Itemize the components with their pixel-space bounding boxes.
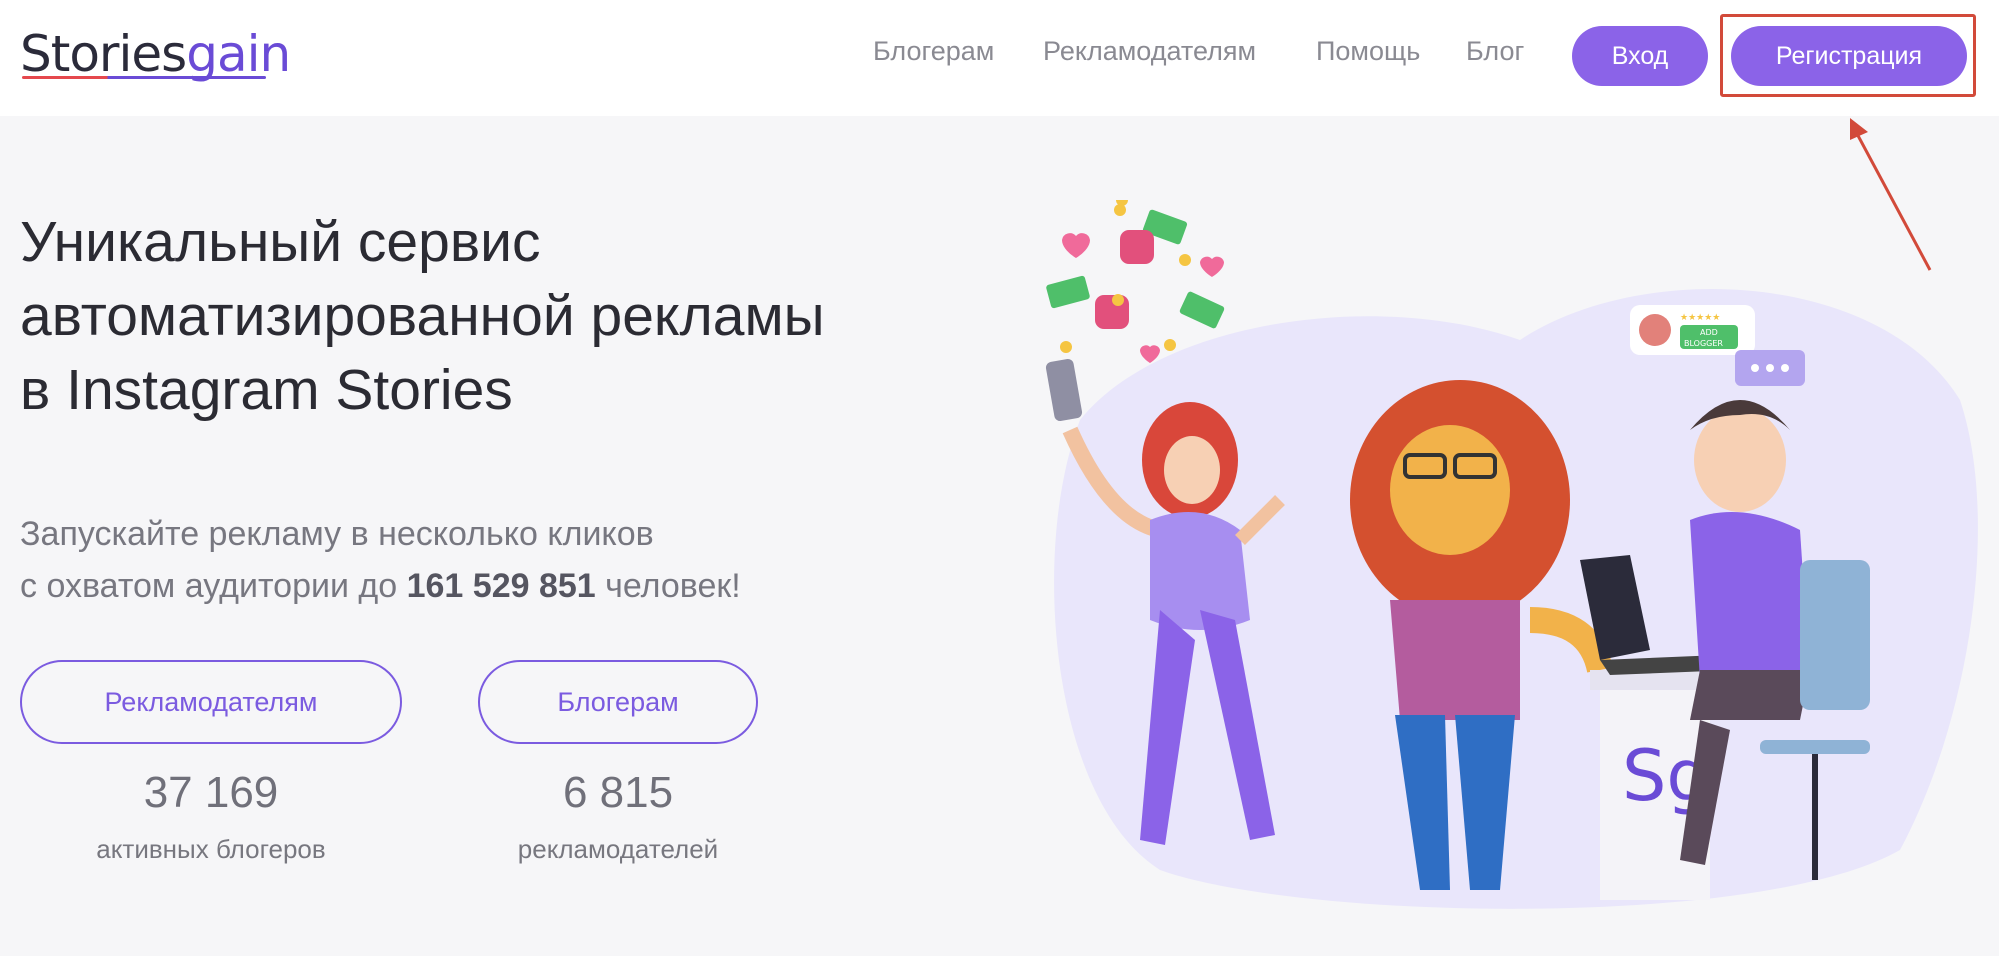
advertisers-cta-button[interactable]: Рекламодателям bbox=[20, 660, 402, 744]
hero-title-line2: автоматизированной рекламы bbox=[20, 284, 825, 348]
hero-subtitle: Запускайте рекламу в несколько кликов с … bbox=[20, 508, 1000, 612]
hero-title: Уникальный сервис автоматизированной рек… bbox=[20, 205, 1020, 427]
bloggers-count-label: активных блогеров bbox=[96, 834, 326, 864]
subtitle-suffix: человек! bbox=[595, 567, 741, 605]
site-header: Storiesgain Блогерам Рекламодателям Помо… bbox=[0, 0, 1999, 116]
badge-text-line2: BLOGGER bbox=[1684, 339, 1723, 348]
logo-underline bbox=[22, 76, 266, 79]
advertisers-count-label: рекламодателей bbox=[517, 834, 719, 864]
hero-illustration: Sg ★★★★★ ADD BLOGGER bbox=[1045, 200, 1978, 909]
nav-link-bloggers[interactable]: Блогерам bbox=[873, 36, 994, 67]
bloggers-count: 37 169 bbox=[143, 768, 279, 817]
bloggers-cta-button[interactable]: Блогерам bbox=[478, 660, 758, 744]
register-highlight-box bbox=[1720, 14, 1976, 97]
nav-link-help[interactable]: Помощь bbox=[1316, 36, 1420, 67]
nav-link-blog[interactable]: Блог bbox=[1466, 36, 1524, 67]
nav-link-advertisers[interactable]: Рекламодателям bbox=[1043, 36, 1256, 67]
badge-text-line1: ADD bbox=[1700, 328, 1718, 337]
audience-number: 161 529 851 bbox=[406, 567, 596, 605]
hero-title-line1: Уникальный сервис bbox=[20, 210, 541, 274]
add-blogger-badge: ★★★★★ ADD BLOGGER bbox=[1630, 305, 1755, 355]
advertisers-count: 6 815 bbox=[562, 768, 674, 817]
subtitle-prefix: с охватом аудитории до bbox=[20, 567, 407, 605]
logo-part1: Stories bbox=[20, 25, 187, 83]
hero-subtitle-line1: Запускайте рекламу в несколько кликов bbox=[20, 515, 654, 553]
login-button[interactable]: Вход bbox=[1572, 26, 1708, 86]
hero-title-line3: в Instagram Stories bbox=[20, 358, 513, 422]
chat-bubble-icon bbox=[1735, 350, 1805, 386]
storiesgain-logo[interactable]: Storiesgain bbox=[20, 24, 291, 84]
floating-icons bbox=[1046, 200, 1225, 363]
hero-subtitle-line2: с охватом аудитории до 161 529 851 челов… bbox=[20, 560, 1000, 612]
badge-stars: ★★★★★ bbox=[1680, 313, 1720, 323]
logo-part2: gain bbox=[186, 25, 291, 83]
